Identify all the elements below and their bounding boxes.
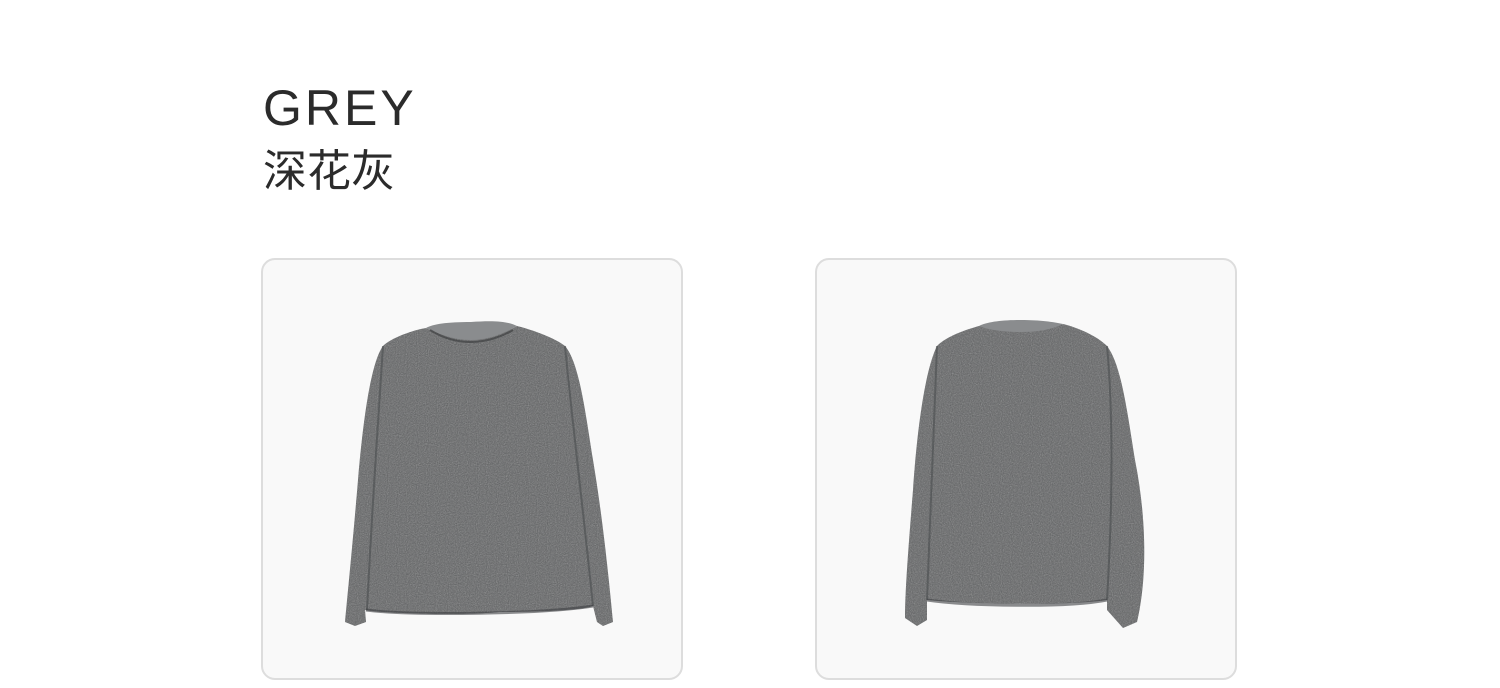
product-color-section: GREY 深花灰: [0, 0, 1500, 688]
product-image-card-front[interactable]: [261, 258, 683, 680]
sweater-back-image: [905, 320, 1145, 628]
sweater-front-image: [345, 321, 613, 626]
color-name-english: GREY: [263, 80, 417, 136]
product-image-card-back[interactable]: [815, 258, 1237, 680]
color-name-chinese: 深花灰: [263, 146, 395, 197]
sweater-body: [345, 326, 613, 626]
color-title-block: GREY 深花灰: [263, 78, 417, 200]
